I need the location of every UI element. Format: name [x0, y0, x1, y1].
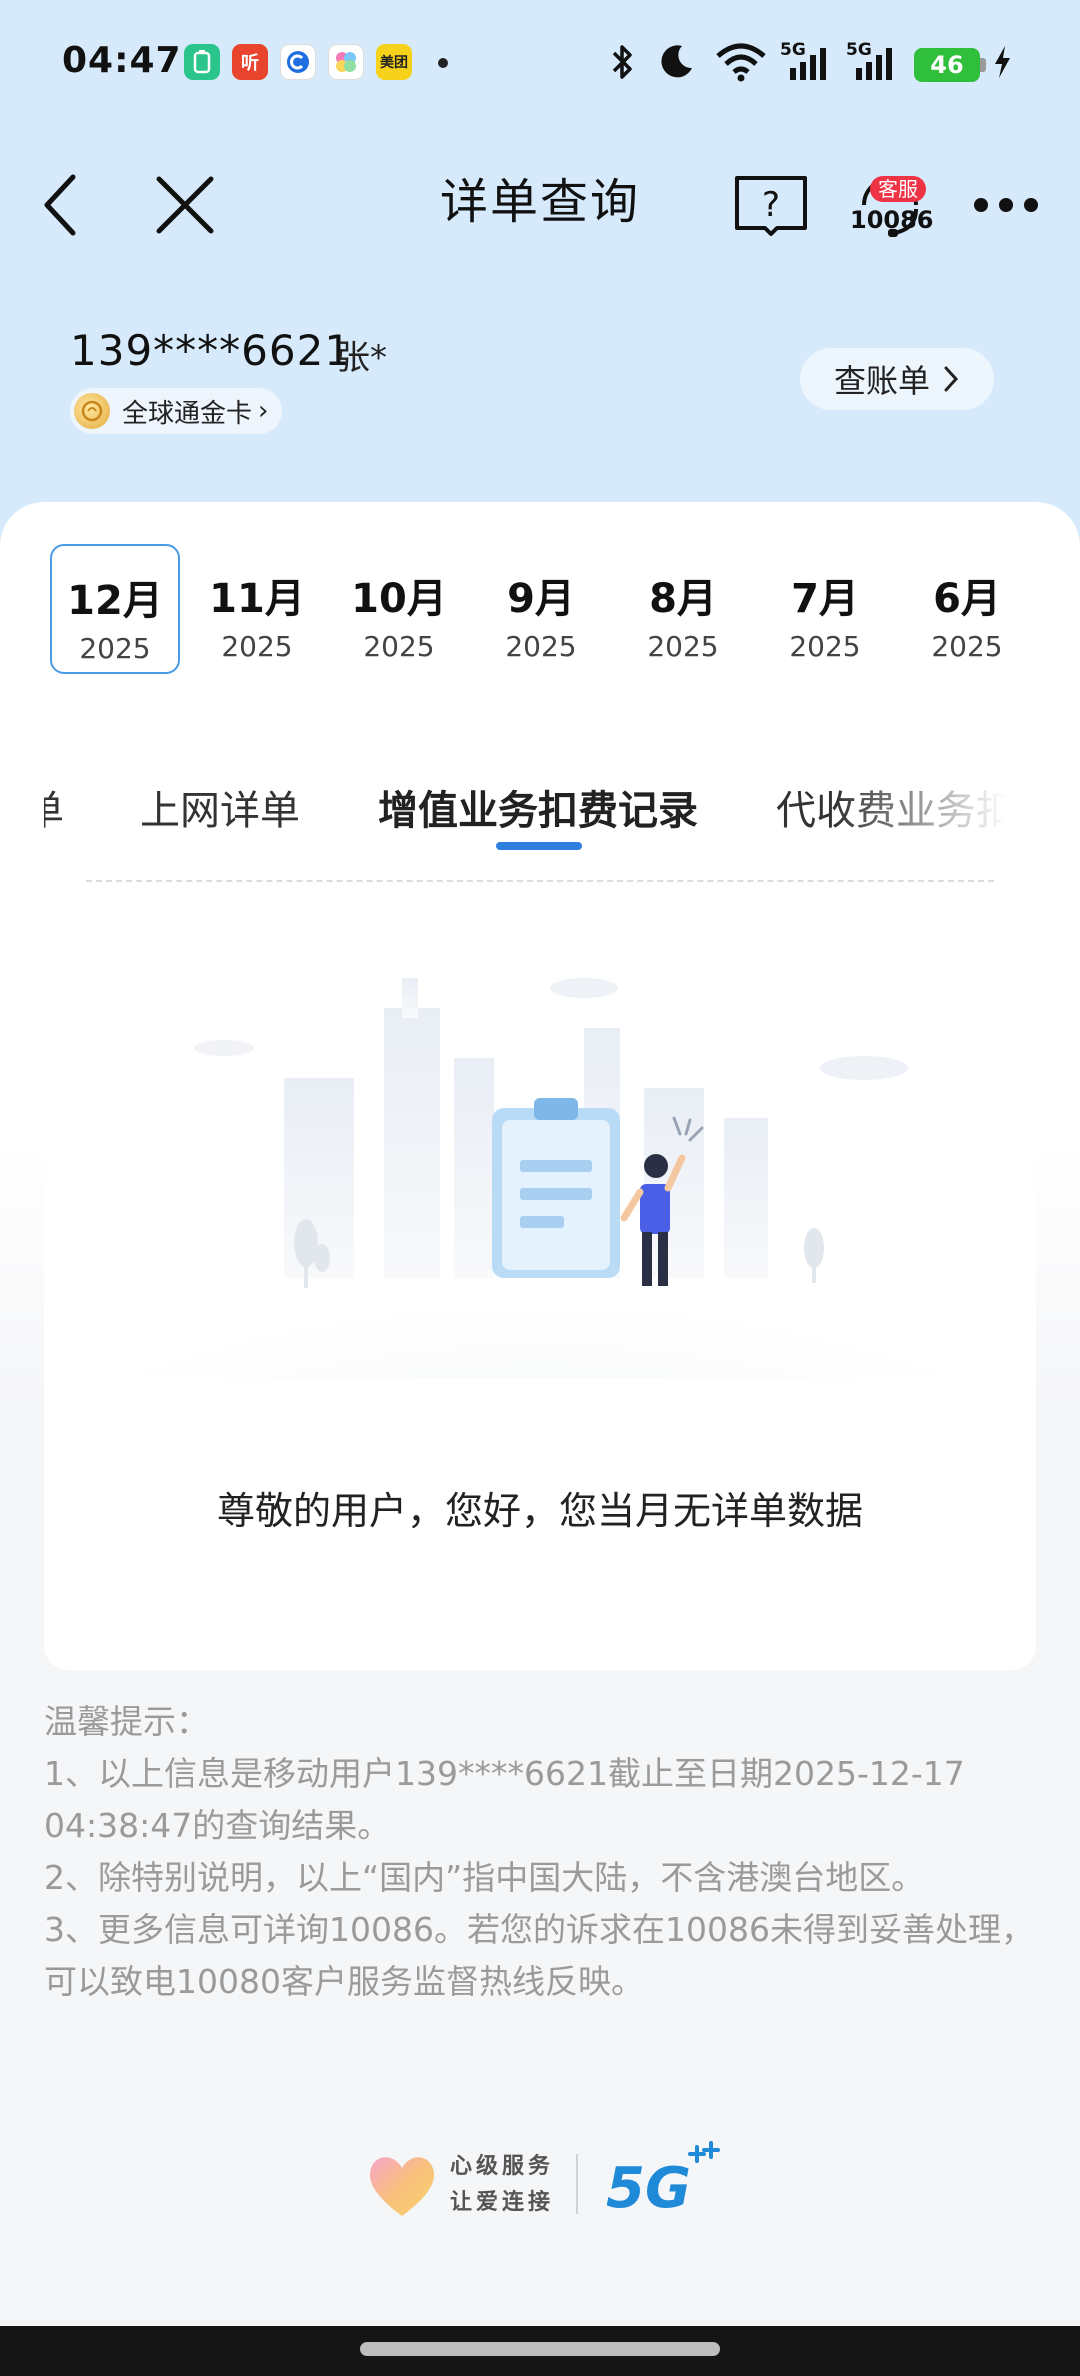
tips-title: 温馨提示： — [44, 1702, 209, 1741]
service-badge: 客服 — [870, 176, 926, 202]
account-name: 张* — [336, 338, 387, 378]
ting-app-icon: 听 — [232, 44, 268, 80]
network-label-1: 5G — [780, 40, 806, 60]
empty-message: 尊敬的用户，您好，您当月无详单数据 — [216, 1489, 863, 1533]
month-year: 2025 — [363, 630, 435, 663]
tips-line-1: 1、以上信息是移动用户139****6621截止至日期2025-12-17 04… — [44, 1754, 965, 1845]
tabs-divider — [86, 880, 994, 882]
tips-line-3: 3、更多信息可详询10086。若您的诉求在10086未得到妥善处理，可以致电10… — [44, 1910, 1034, 2001]
heart-logo-icon — [369, 2157, 435, 2216]
month-selector: 12月 2025 11月 2025 10月 2025 9月 2025 8月 20… — [40, 544, 1080, 680]
help-button[interactable]: ? — [726, 160, 816, 250]
tab-data-detail[interactable]: 上网详单 — [140, 778, 300, 836]
c-app-icon — [280, 44, 316, 80]
charging-icon — [990, 40, 1014, 84]
notification-dot — [438, 58, 448, 68]
meituan-app-icon: 美团 — [376, 44, 412, 80]
network-label-2: 5G — [846, 40, 872, 60]
brand-5g-logo: 5G — [606, 2156, 691, 2221]
month-item-7[interactable]: 7月 2025 — [760, 544, 890, 674]
battery-cap — [980, 58, 986, 72]
account-phone: 139****6621 — [70, 326, 353, 375]
home-indicator[interactable] — [360, 2342, 720, 2356]
footer-divider — [576, 2154, 578, 2214]
month-item-12[interactable]: 12月 2025 — [50, 544, 180, 674]
plan-label: 全球通金卡 — [122, 398, 253, 429]
month-year: 2025 — [789, 630, 861, 663]
nav-bar: 详单查询 ? 客服 10086 — [0, 140, 1080, 250]
battery-indicator: 46 — [914, 48, 980, 82]
more-button[interactable] — [956, 160, 1056, 250]
plan-badge[interactable]: 全球通金卡 › — [70, 388, 283, 434]
more-dots-icon — [974, 198, 1038, 212]
plus-plus-icon — [688, 2141, 720, 2163]
service-number: 10086 — [850, 206, 934, 234]
empty-state-illustration — [100, 978, 980, 1378]
battery-app-icon — [184, 44, 220, 80]
view-bill-button[interactable]: 查账单 — [800, 348, 994, 410]
month-item-9[interactable]: 9月 2025 — [476, 544, 606, 674]
wifi-icon — [714, 40, 768, 84]
view-bill-label: 查账单 — [833, 362, 930, 400]
tab-call-detail[interactable]: 单 — [44, 778, 64, 836]
month-year: 2025 — [505, 630, 577, 663]
chevron-right-icon — [944, 366, 959, 392]
month-label: 12月 — [67, 578, 163, 624]
tab-value-added[interactable]: 增值业务扣费记录 — [378, 778, 698, 836]
month-item-6[interactable]: 6月 2025 — [902, 544, 1032, 674]
tips-line-2: 2、除特别说明，以上“国内”指中国大陆，不含港澳台地区。 — [44, 1858, 925, 1897]
svg-text:?: ? — [762, 185, 780, 225]
month-label: 8月 — [649, 576, 717, 622]
month-item-11[interactable]: 11月 2025 — [192, 544, 322, 674]
plan-chevron: › — [258, 396, 269, 426]
signal-5g-icon-1: 5G — [780, 40, 836, 84]
signal-5g-icon-2: 5G — [846, 40, 902, 84]
records-card: 单 上网详单 增值业务扣费记录 代收费业务扣费 — [44, 728, 1036, 1670]
month-label: 6月 — [933, 576, 1001, 622]
month-year: 2025 — [221, 630, 293, 663]
footer-slogan-2: 让爱连接 — [450, 2190, 555, 2215]
month-label: 11月 — [209, 576, 305, 622]
month-label: 7月 — [791, 576, 859, 622]
help-book-icon: ? — [735, 176, 807, 236]
footer-slogan-1: 心级服务 — [450, 2154, 555, 2179]
customer-service-button[interactable]: 客服 10086 — [840, 160, 940, 250]
status-bar: 04:47 听 美团 5G 5G 46 — [0, 0, 1080, 130]
month-item-8[interactable]: 8月 2025 — [618, 544, 748, 674]
tips-section: 温馨提示： 1、以上信息是移动用户139****6621截止至日期2025-12… — [44, 1696, 1034, 2008]
month-year: 2025 — [647, 630, 719, 663]
active-tab-indicator — [496, 842, 582, 850]
month-year: 2025 — [79, 632, 151, 665]
moon-icon — [656, 40, 696, 84]
month-item-10[interactable]: 10月 2025 — [334, 544, 464, 674]
record-tabs: 单 上网详单 增值业务扣费记录 代收费业务扣费 — [44, 728, 1036, 878]
footer-brand: 心级服务 让爱连接 5G — [362, 2140, 722, 2230]
status-time: 04:47 — [62, 40, 182, 81]
tabs-fade — [836, 728, 1036, 878]
bluetooth-icon — [608, 40, 636, 84]
month-label: 9月 — [507, 576, 575, 622]
month-year: 2025 — [931, 630, 1003, 663]
flower-app-icon — [328, 44, 364, 80]
month-label: 10月 — [351, 576, 447, 622]
gold-card-icon — [74, 393, 110, 429]
